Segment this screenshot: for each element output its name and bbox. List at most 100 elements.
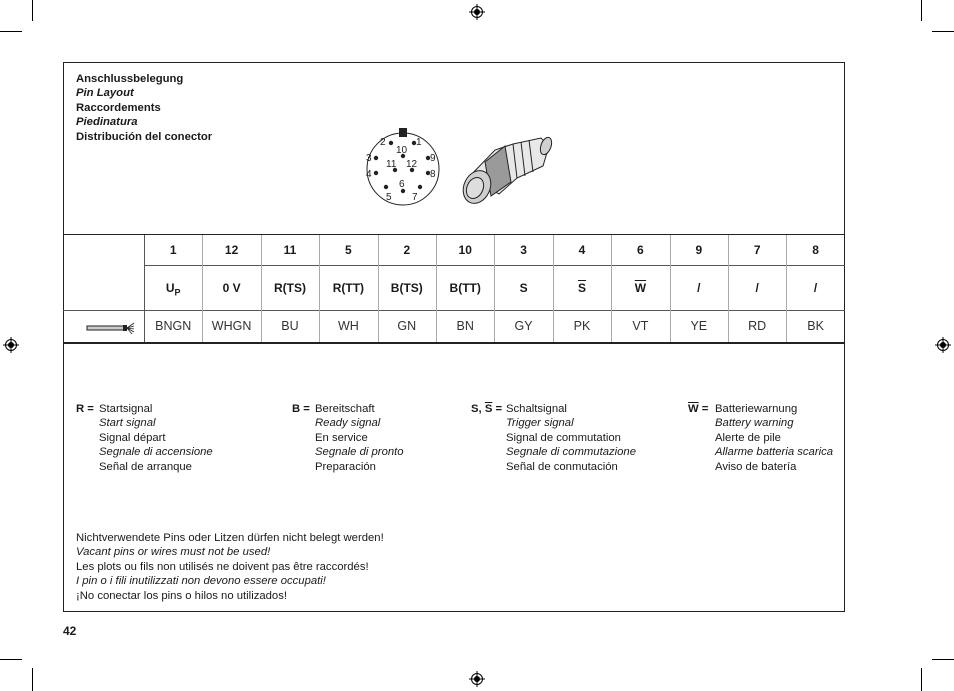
- wire-color-cell: BU: [281, 319, 299, 333]
- key-part: S,: [471, 403, 485, 415]
- pin-label: 7: [412, 192, 418, 203]
- wire-color-cell: BNGN: [155, 319, 192, 333]
- signal-cell: S: [494, 266, 552, 310]
- pin-number-cell: 5: [345, 243, 352, 257]
- pin-label: 9: [430, 153, 436, 164]
- signal-cell: B(TT): [436, 266, 494, 310]
- signal-label: /: [813, 281, 818, 295]
- signal-label: B(TS): [390, 281, 423, 295]
- pin-number-cell: 4: [578, 243, 586, 257]
- pin-label: 10: [396, 145, 408, 156]
- legend-s: S, S = Schaltsignal Trigger signal Signa…: [471, 402, 636, 474]
- signal-label: R(TT): [332, 281, 365, 295]
- crop-mark: [32, 0, 33, 21]
- crop-mark: [0, 659, 22, 660]
- registration-mark-icon: [935, 337, 951, 353]
- signal-label: B(TT): [449, 281, 481, 295]
- registration-mark-icon: [469, 4, 485, 20]
- wire-color-cell: PK: [573, 319, 591, 333]
- crop-mark: [921, 0, 922, 21]
- usage-notes: Nichtverwendete Pins oder Litzen dürfen …: [76, 531, 384, 603]
- table-bottom-border: [63, 342, 845, 344]
- signal-cell: W: [611, 266, 669, 310]
- signal-label: S: [577, 281, 586, 295]
- section-titles: Anschlussbelegung Pin Layout Raccordemen…: [76, 72, 212, 144]
- signal-cell: UP: [144, 266, 202, 314]
- note-line: Vacant pins or wires must not be used!: [76, 546, 271, 559]
- pin-label: 11: [386, 159, 397, 170]
- wire-color-cell: GY: [514, 319, 533, 333]
- legend-r: R = Startsignal Start signal Signal dépa…: [76, 402, 213, 474]
- pin-number-cell: 9: [695, 243, 703, 257]
- legend-line: Schaltsignal: [506, 403, 567, 415]
- key-part: =: [492, 403, 503, 415]
- pin-label: 8: [430, 169, 436, 180]
- signal-cell: /: [728, 266, 786, 310]
- legend-line: Bereitschaft: [315, 403, 375, 415]
- wire-color-cell: BN: [456, 319, 474, 333]
- signal-label: S: [519, 281, 528, 295]
- pin-label: 6: [399, 179, 405, 190]
- note-line: I pin o i fili inutilizzati non devono e…: [76, 575, 326, 588]
- note-line: ¡No conectar los pins o hilos no utiliza…: [76, 589, 287, 602]
- legend-line: Allarme batteria scarica: [715, 446, 834, 459]
- wire-color-cell: YE: [690, 319, 708, 333]
- pin-number-cell: 12: [224, 243, 239, 257]
- signal-cell: /: [670, 266, 728, 310]
- pin-label: 12: [406, 159, 418, 170]
- pin-number-cell: 1: [169, 243, 177, 257]
- signal-label: /: [697, 281, 701, 295]
- legend-line: En service: [315, 431, 368, 444]
- table-column-divider: [144, 235, 145, 342]
- legend-line: Señal de arranque: [99, 460, 192, 473]
- title-es: Distribución del conector: [76, 130, 213, 143]
- legend-line: Batteriewarnung: [715, 403, 798, 415]
- registration-mark-icon: [3, 337, 19, 353]
- pin-label: 3: [366, 153, 372, 164]
- legend-line: Segnale di accensione: [99, 446, 213, 459]
- legend-line: Segnale di commutazione: [506, 446, 636, 459]
- pin-number-cell: 8: [812, 243, 819, 257]
- key-part: =: [698, 403, 709, 415]
- legend-line: Aviso de batería: [715, 460, 797, 473]
- pin-face-diagram-icon: 1 2 3 4 5 6 7 8 9 10 11 12: [366, 128, 440, 206]
- title-de: Anschlussbelegung: [76, 73, 184, 85]
- signal-cell: S: [553, 266, 611, 310]
- wire-color-cell: VT: [632, 319, 649, 333]
- legend-key: S, S =: [471, 402, 502, 416]
- signal-cell: /: [786, 266, 844, 310]
- wire-color-cell: RD: [748, 319, 767, 333]
- wire-color-cell: GN: [397, 319, 417, 333]
- pin-number-cell: 11: [283, 243, 297, 257]
- legend-line: Startsignal: [99, 403, 153, 415]
- legend-line: Signal départ: [99, 431, 166, 444]
- legend-line: Alerte de pile: [715, 431, 781, 444]
- wire-color-cell: WH: [337, 319, 359, 333]
- signal-cell: R(TT): [319, 266, 377, 310]
- title-fr: Raccordements: [76, 101, 161, 114]
- signal-label: /: [755, 281, 759, 295]
- crop-mark: [932, 659, 954, 660]
- signal-label: U: [165, 281, 175, 295]
- pin-number-cell: 2: [403, 243, 411, 257]
- pin-label: 1: [416, 137, 422, 148]
- pin-label: 2: [380, 137, 386, 148]
- pin-label: 4: [366, 169, 372, 180]
- crop-mark: [932, 31, 954, 32]
- legend-b: B = Bereitschaft Ready signal En service…: [292, 402, 404, 474]
- note-line: Nichtverwendete Pins oder Litzen dürfen …: [76, 532, 384, 544]
- signal-cell: R(TS): [261, 266, 319, 310]
- legend-line: Segnale di pronto: [315, 446, 404, 459]
- wire-color-cell: WHGN: [211, 319, 252, 333]
- signal-cell: 0 V: [202, 266, 260, 310]
- title-en: Pin Layout: [76, 87, 134, 100]
- page-number: 42: [63, 624, 77, 638]
- signal-label: 0 V: [222, 281, 241, 295]
- connector-plug-icon: [462, 136, 553, 204]
- crop-mark: [921, 668, 922, 691]
- legend-line: Signal de commutation: [506, 431, 621, 444]
- note-line: Les plots ou fils non utilisés ne doiven…: [76, 560, 369, 573]
- legend-line: Battery warning: [715, 417, 794, 430]
- legend-key: W =: [688, 402, 708, 416]
- legend-w: W = Batteriewarnung Battery warning Aler…: [688, 402, 833, 474]
